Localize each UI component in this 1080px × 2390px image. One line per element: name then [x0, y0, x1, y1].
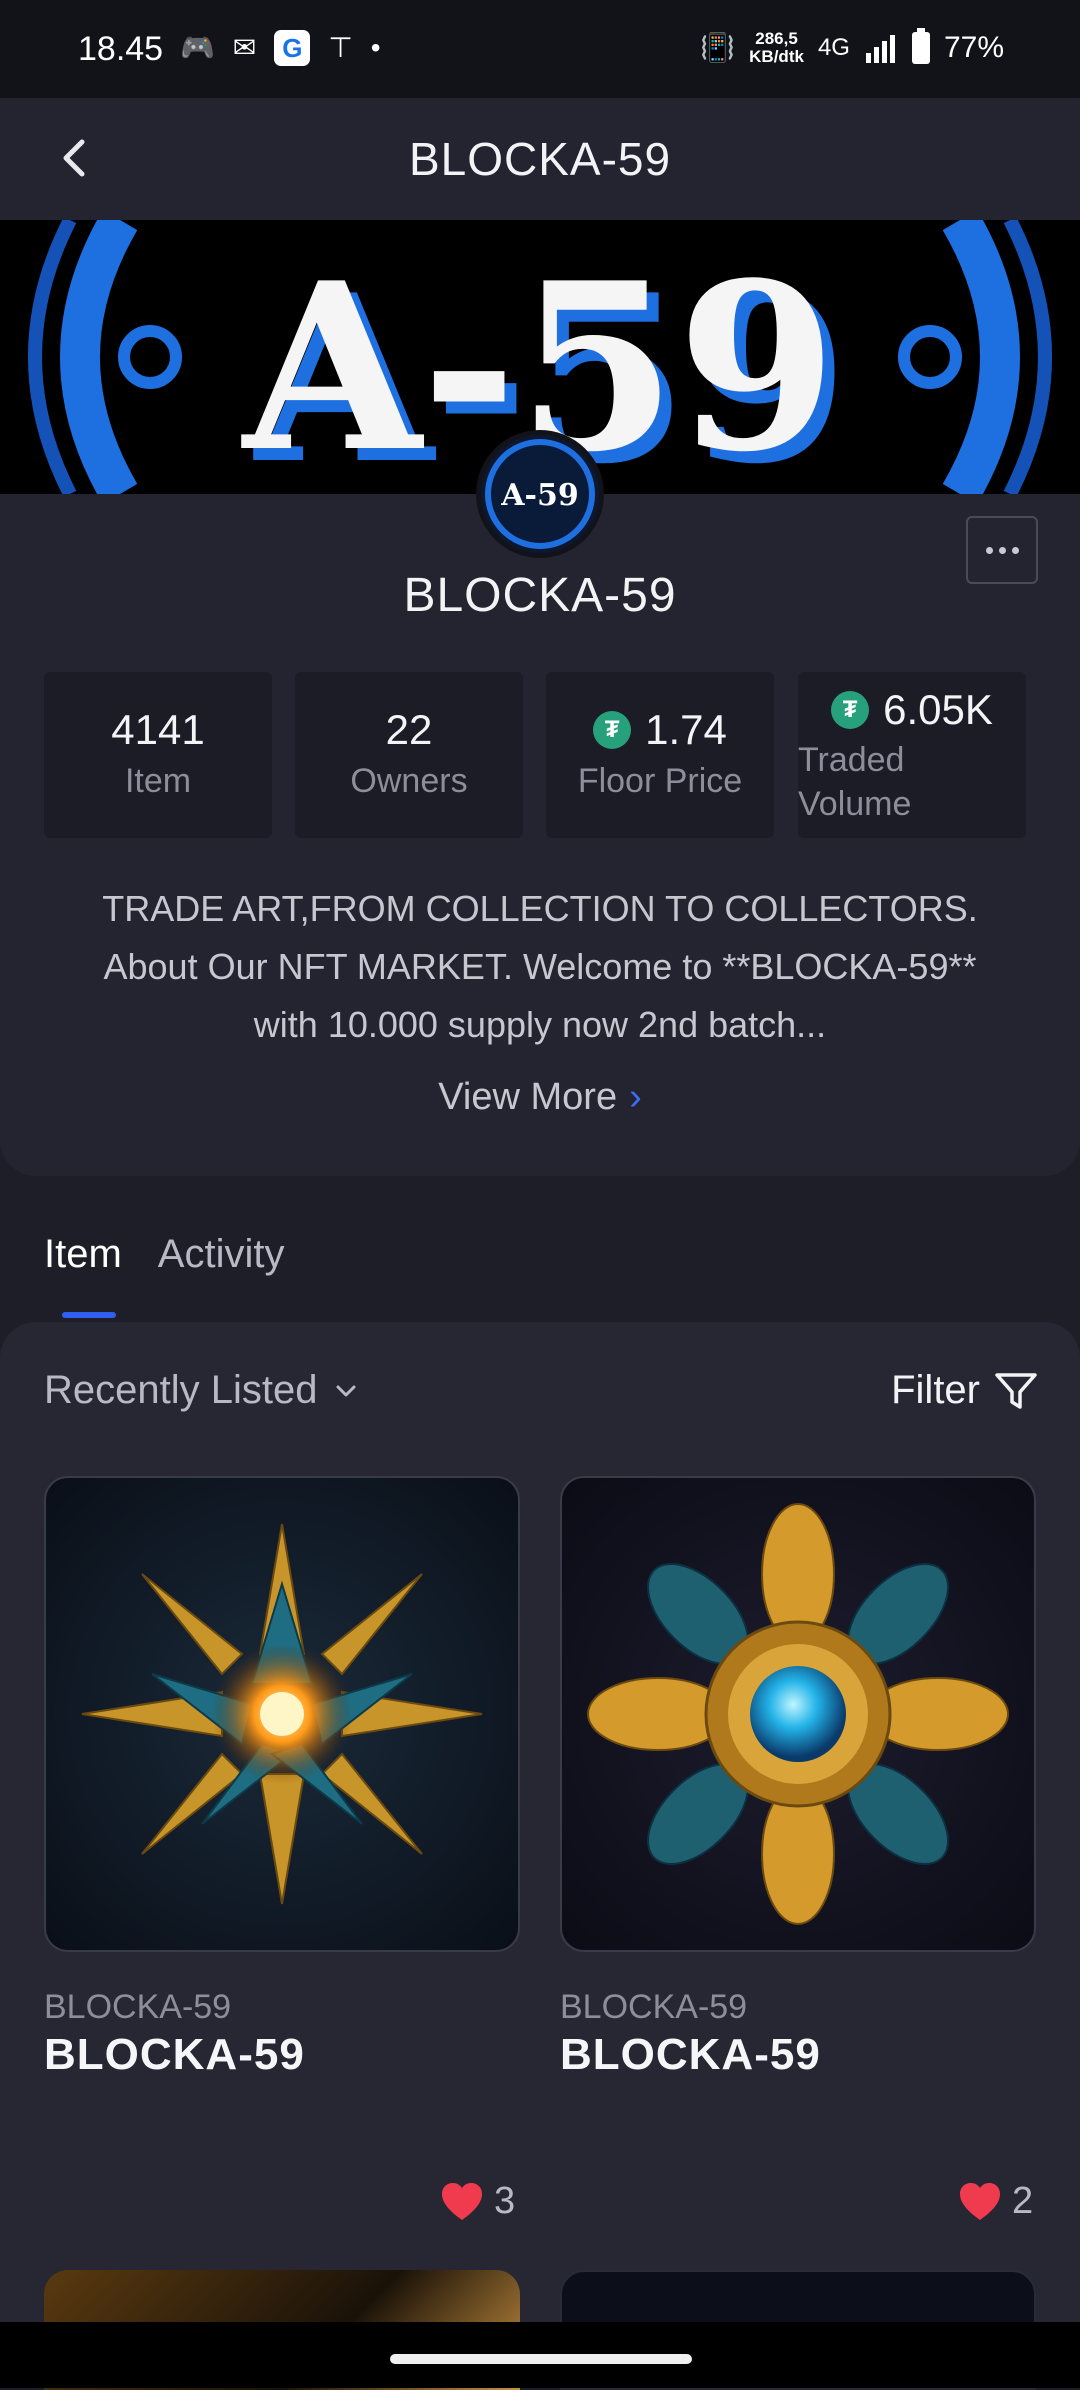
speed-unit: KB/dtk	[749, 47, 804, 66]
tab-bar: Item Activity	[44, 1232, 284, 1277]
paint-roller-icon: ⊤	[328, 32, 353, 63]
avatar-text: A-59	[500, 478, 578, 513]
filter-icon	[995, 1372, 1037, 1409]
collection-description: TRADE ART,FROM COLLECTION TO COLLECTORS.…	[40, 880, 1040, 1054]
active-tab-indicator	[62, 1312, 116, 1318]
stat-traded-volume: ₮ 6.05K Traded Volume	[798, 672, 1026, 838]
dot-icon	[998, 546, 1006, 554]
filter-button[interactable]: Filter	[891, 1368, 1038, 1413]
dot-icon: •	[370, 32, 381, 63]
status-bar: 18.45 🎮 ✉ G ⊤ • 📳 286,5 KB/dtk 4G 77%	[0, 0, 1080, 98]
home-gesture-pill[interactable]	[390, 2354, 692, 2364]
stat-label: Traded Volume	[798, 741, 912, 823]
sort-label: Recently Listed	[44, 1368, 318, 1412]
description-line: with 10.000 supply now 2nd batch...	[253, 1004, 827, 1045]
stat-value-row: ₮ 6.05K	[798, 686, 1026, 734]
tab-item[interactable]: Item	[44, 1232, 122, 1277]
collection-avatar: A-59	[476, 430, 604, 558]
stat-label: Floor Price	[577, 762, 743, 800]
tether-icon: ₮	[593, 711, 632, 749]
like-count[interactable]: 3	[440, 2180, 515, 2223]
like-number: 2	[1012, 2180, 1034, 2222]
view-more-link[interactable]: View More ›	[0, 1076, 1080, 1119]
description-line: About Our NFT MARKET. Welcome to **BLOCK…	[103, 946, 977, 987]
battery-icon	[911, 28, 930, 64]
like-number: 3	[494, 2180, 516, 2222]
chevron-right-icon: ›	[629, 1076, 642, 1118]
nft-card-image[interactable]	[44, 1476, 520, 1952]
collection-name: BLOCKA-59	[403, 569, 677, 622]
lotus-image	[46, 1478, 518, 1950]
heart-icon	[442, 2182, 482, 2220]
stat-value: 4141	[111, 706, 205, 753]
network-type: 4G	[817, 34, 850, 61]
app-notification-icon: ✉	[232, 32, 257, 63]
stat-value-row: ₮ 1.74	[546, 706, 774, 754]
stat-label: Item	[124, 762, 192, 800]
vibrate-icon: 📳	[700, 32, 736, 63]
card-title[interactable]: BLOCKA-59	[560, 2030, 821, 2080]
signal-icon	[865, 35, 895, 63]
status-right: 📳 286,5 KB/dtk 4G 77%	[700, 28, 1004, 68]
stat-floor-price: ₮ 1.74 Floor Price	[546, 672, 774, 838]
tether-icon: ₮	[831, 691, 870, 729]
status-time: 18.45	[78, 30, 164, 68]
stat-owners: 22 Owners	[295, 672, 523, 838]
chevron-down-icon	[336, 1385, 356, 1396]
dot-icon	[985, 546, 993, 554]
description-line: TRADE ART,FROM COLLECTION TO COLLECTORS.	[102, 888, 978, 929]
network-speed: 286,5 KB/dtk	[749, 30, 804, 66]
stat-items: 4141 Item	[44, 672, 272, 838]
stat-value: 22	[385, 706, 433, 753]
speed-value: 286,5	[755, 29, 798, 48]
like-count[interactable]: 2	[958, 2180, 1033, 2223]
sort-dropdown[interactable]: Recently Listed	[44, 1368, 357, 1413]
filter-label: Filter	[891, 1368, 980, 1412]
notification-icons: 🎮 ✉ G ⊤ •	[180, 28, 381, 68]
stat-value: 1.74	[645, 706, 727, 753]
tab-activity[interactable]: Activity	[158, 1232, 285, 1277]
lotus-image	[562, 1478, 1034, 1950]
stat-value: 6.05K	[883, 686, 993, 733]
dot-icon	[1011, 546, 1019, 554]
page-title: BLOCKA-59	[408, 133, 672, 185]
google-icon: G	[274, 30, 311, 66]
view-more-label: View More	[438, 1076, 618, 1118]
heart-icon	[960, 2182, 1000, 2220]
app-header: BLOCKA-59	[0, 98, 1080, 220]
back-arrow-icon[interactable]	[56, 130, 96, 186]
game-controller-icon: 🎮	[180, 32, 215, 63]
battery-percent: 77%	[943, 31, 1004, 64]
card-title[interactable]: BLOCKA-59	[44, 2030, 305, 2080]
card-collection-name: BLOCKA-59	[560, 1988, 748, 2026]
nft-card-image[interactable]	[560, 1476, 1036, 1952]
card-collection-name: BLOCKA-59	[44, 1988, 232, 2026]
stat-label: Owners	[350, 762, 468, 800]
